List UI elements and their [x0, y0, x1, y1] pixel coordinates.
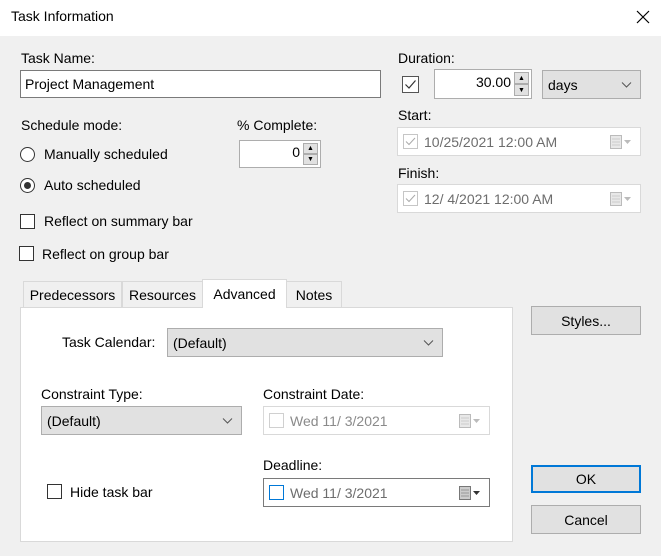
dialog-title: Task Information	[11, 8, 114, 24]
task-name-value: Project Management	[25, 76, 155, 92]
task-calendar-value: (Default)	[173, 334, 227, 351]
start-checkbox[interactable]	[403, 134, 418, 149]
tab-notes[interactable]: Notes	[286, 281, 342, 307]
reflect-summary-label: Reflect on summary bar	[44, 213, 193, 229]
close-icon	[636, 10, 650, 24]
task-name-input[interactable]: Project Management	[20, 70, 381, 98]
close-button[interactable]	[630, 4, 656, 30]
percent-complete-label: % Complete:	[237, 117, 318, 133]
constraint-date-value: Wed 11/ 3/2021	[290, 412, 388, 429]
tab-label: Predecessors	[29, 286, 116, 303]
reflect-group-label: Reflect on group bar	[42, 246, 169, 262]
duration-unit-value: days	[548, 76, 578, 93]
tab-predecessors[interactable]: Predecessors	[23, 281, 122, 307]
percent-complete-value: 0	[292, 144, 300, 160]
duration-estimated-checkbox[interactable]	[402, 76, 419, 93]
task-name-label: Task Name:	[21, 50, 95, 66]
start-date-picker[interactable]: 10/25/2021 12:00 AM	[397, 127, 641, 156]
constraint-type-value: (Default)	[47, 412, 101, 429]
checkmark-icon	[405, 137, 416, 146]
styles-button[interactable]: Styles...	[531, 306, 641, 335]
styles-button-label: Styles...	[561, 312, 611, 329]
ok-button[interactable]: OK	[531, 465, 641, 493]
manually-scheduled-label: Manually scheduled	[44, 146, 168, 162]
schedule-mode-label: Schedule mode:	[21, 117, 123, 133]
spin-up-button[interactable]: ▲	[514, 72, 529, 84]
tab-label: Resources	[129, 286, 196, 303]
checkmark-icon	[405, 194, 416, 203]
arrow-down-icon: ▼	[307, 156, 314, 163]
task-calendar-label: Task Calendar:	[62, 334, 156, 350]
calendar-dropdown-icon[interactable]	[459, 485, 481, 500]
checkmark-icon	[405, 80, 416, 89]
duration-label: Duration:	[398, 50, 455, 66]
spin-up-button[interactable]: ▲	[303, 143, 318, 154]
reflect-group-checkbox[interactable]	[19, 246, 34, 261]
tab-label: Notes	[295, 286, 333, 303]
constraint-date-checkbox[interactable]	[269, 413, 284, 428]
arrow-up-icon: ▲	[307, 145, 314, 152]
cancel-button[interactable]: Cancel	[531, 505, 641, 534]
chevron-down-icon	[423, 339, 434, 346]
hide-task-bar-checkbox[interactable]	[47, 484, 62, 499]
constraint-date-label: Constraint Date:	[263, 386, 365, 402]
constraint-type-label: Constraint Type:	[41, 386, 143, 402]
manually-scheduled-radio[interactable]	[20, 147, 35, 162]
chevron-down-icon	[222, 417, 233, 424]
tab-resources[interactable]: Resources	[122, 281, 203, 307]
arrow-up-icon: ▲	[518, 74, 525, 82]
hide-task-bar-label: Hide task bar	[70, 484, 153, 500]
deadline-value: Wed 11/ 3/2021	[290, 484, 388, 501]
finish-checkbox[interactable]	[403, 191, 418, 206]
finish-label: Finish:	[398, 165, 440, 181]
ok-button-label: OK	[575, 471, 597, 487]
deadline-checkbox[interactable]	[269, 485, 284, 500]
duration-value: 30.00	[475, 74, 511, 90]
chevron-down-icon	[621, 81, 632, 88]
spin-down-button[interactable]: ▼	[303, 154, 318, 165]
finish-date-picker[interactable]: 12/ 4/2021 12:00 AM	[397, 184, 641, 213]
constraint-date-picker[interactable]: Wed 11/ 3/2021	[263, 406, 490, 435]
title-bar: Task Information	[0, 0, 661, 36]
reflect-summary-checkbox[interactable]	[20, 214, 35, 229]
tab-label: Advanced	[213, 286, 276, 302]
duration-spinner[interactable]: 30.00 ▲ ▼	[434, 69, 532, 99]
start-date-value: 10/25/2021 12:00 AM	[424, 133, 558, 150]
duration-unit-select[interactable]: days	[542, 70, 641, 99]
calendar-dropdown-icon[interactable]	[610, 134, 632, 149]
spin-down-button[interactable]: ▼	[514, 84, 529, 96]
task-calendar-select[interactable]: (Default)	[167, 328, 443, 357]
tab-advanced[interactable]: Advanced	[202, 279, 287, 308]
auto-scheduled-label: Auto scheduled	[44, 177, 141, 193]
percent-complete-spinner[interactable]: 0 ▲ ▼	[239, 140, 321, 168]
cancel-button-label: Cancel	[564, 511, 608, 528]
calendar-dropdown-icon[interactable]	[610, 191, 632, 206]
deadline-date-picker[interactable]: Wed 11/ 3/2021	[263, 478, 490, 507]
arrow-down-icon: ▼	[518, 86, 525, 94]
constraint-type-select[interactable]: (Default)	[41, 406, 242, 435]
start-label: Start:	[398, 107, 432, 123]
calendar-dropdown-icon[interactable]	[459, 413, 481, 428]
finish-date-value: 12/ 4/2021 12:00 AM	[424, 190, 554, 207]
auto-scheduled-radio[interactable]	[20, 178, 35, 193]
deadline-label: Deadline:	[263, 457, 323, 473]
